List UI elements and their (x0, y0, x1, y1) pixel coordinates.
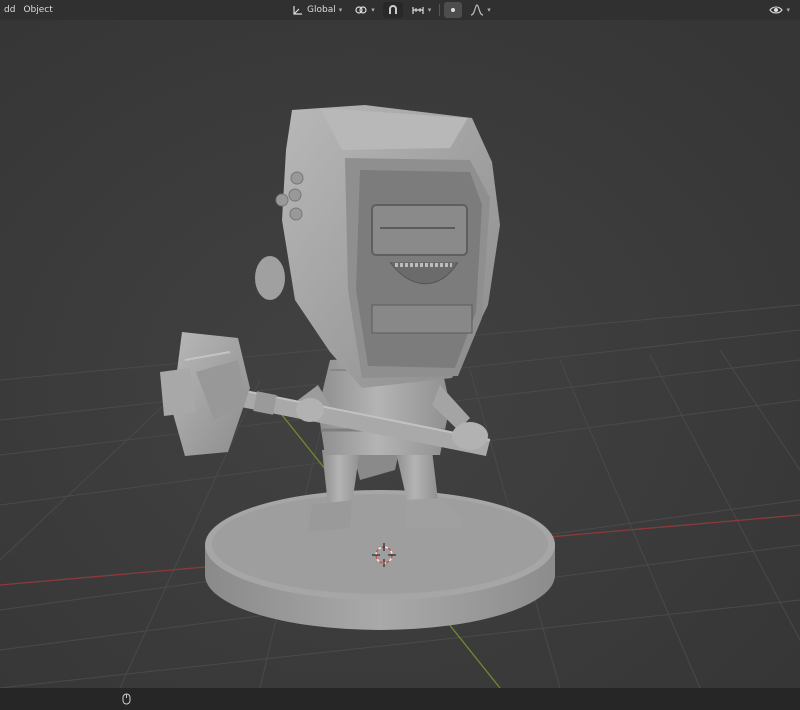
snap-icon (388, 5, 397, 14)
transform-orientation-dropdown[interactable]: Global ▾ (288, 2, 346, 18)
mouse-icon (122, 693, 131, 705)
model-base (205, 490, 555, 630)
chevron-down-icon: ▾ (338, 6, 343, 14)
menu-add[interactable]: dd (0, 5, 19, 15)
falloff-dropdown[interactable]: ▾ (466, 2, 495, 18)
chevron-down-icon: ▾ (786, 6, 790, 14)
3d-viewport[interactable] (0, 20, 800, 688)
visibility-dropdown[interactable]: ▾ (765, 2, 794, 18)
chevron-down-icon: ▾ (371, 6, 375, 14)
chevron-down-icon: ▾ (427, 6, 432, 14)
falloff-curve-icon (471, 4, 484, 16)
proportional-editing-toggle[interactable] (444, 2, 463, 18)
orientation-label: Global (307, 5, 336, 15)
snap-target-dropdown[interactable]: ▾ (407, 2, 436, 18)
separator (439, 4, 441, 16)
snap-toggle[interactable] (382, 2, 403, 18)
chevron-down-icon: ▾ (487, 6, 491, 14)
status-bar (0, 688, 800, 710)
snap-increment-icon (412, 7, 424, 14)
pivot-point-icon (355, 6, 367, 14)
pivot-point-dropdown[interactable]: ▾ (350, 2, 379, 18)
viewport-header: dd Object Global ▾ ▾ ▾ ▾ ▾ (0, 0, 800, 20)
header-right: ▾ (765, 2, 794, 18)
viewport-scene (0, 20, 800, 688)
transform-orientation-icon (293, 6, 302, 15)
proportional-editing-icon (451, 8, 456, 12)
header-tools: Global ▾ ▾ ▾ ▾ (288, 2, 495, 18)
visibility-icon (769, 6, 784, 14)
menu-object[interactable]: Object (19, 5, 56, 15)
